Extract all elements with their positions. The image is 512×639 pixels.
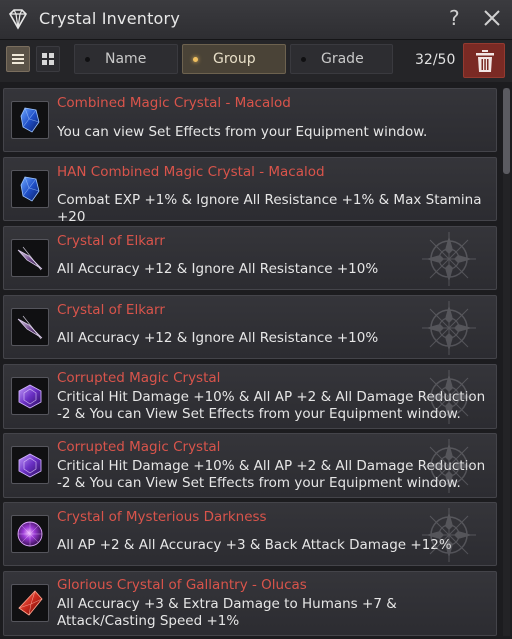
crystal-slot [11,308,49,346]
grid-view-button[interactable] [36,46,60,72]
crystal-name: Corrupted Magic Crystal [57,439,221,455]
darkness-crystal-icon [17,521,43,547]
title-bar[interactable]: Crystal Inventory ? [0,0,512,40]
delete-button[interactable] [463,43,505,78]
diamond-icon [9,9,27,30]
crystal-name: HAN Combined Magic Crystal - Macalod [57,164,325,180]
crystal-name: Glorious Crystal of Gallantry - Olucas [57,577,307,593]
crystal-slot [11,515,49,553]
sort-by-name-button[interactable]: Name [74,44,178,74]
crystal-name: Crystal of Elkarr [57,233,165,249]
crystal-list-item[interactable]: Crystal of Mysterious Darkness All AP +2… [3,502,497,566]
emblem-icon [422,301,476,355]
crystal-count: 32/50 [415,52,456,68]
crystal-list-item[interactable]: Crystal of Elkarr All Accuracy +12 & Ign… [3,226,497,290]
crystal-list-item[interactable]: Corrupted Magic Crystal Critical Hit Dam… [3,364,497,429]
crystal-description: All Accuracy +3 & Extra Damage to Humans… [57,596,397,629]
crystal-slot [11,446,49,484]
crystal-slot [11,584,49,622]
red-crystal-icon [18,590,43,616]
sort-by-grade-button[interactable]: Grade [290,44,393,74]
emblem-icon [422,370,476,424]
elkarr-crystal-icon [17,315,43,340]
list-icon [12,54,24,64]
crystal-name: Combined Magic Crystal - Macalod [57,95,291,111]
scroll-thumb[interactable] [503,88,510,174]
crystal-name: Crystal of Mysterious Darkness [57,509,267,525]
emblem-icon [422,508,476,562]
radio-dot [301,57,306,62]
scrollbar[interactable] [503,88,510,636]
grid-icon [42,53,54,65]
crystal-name: Crystal of Elkarr [57,302,165,318]
radio-dot [193,57,198,62]
sort-label: Group [213,51,256,67]
crystal-description: Combat EXP +1% & Ignore All Resistance +… [57,192,482,225]
crystal-list-item[interactable]: Corrupted Magic Crystal Critical Hit Dam… [3,433,497,498]
radio-dot [85,57,90,62]
sort-by-group-button[interactable]: Group [182,44,286,74]
crystal-slot [11,377,49,415]
blue-crystal-icon [20,176,40,202]
corrupted-crystal-icon [18,384,42,409]
list-view-button[interactable] [6,46,30,72]
trash-icon [476,50,494,72]
toolbar: Name Group Grade 32/50 [0,40,512,82]
crystal-list-item[interactable]: HAN Combined Magic Crystal - Macalod Com… [3,157,497,225]
help-button[interactable]: ? [449,6,460,30]
corrupted-crystal-icon [18,453,42,478]
crystal-list: Combined Magic Crystal - Macalod You can… [0,86,512,639]
crystal-slot [11,101,49,139]
crystal-slot [11,170,49,208]
emblem-icon [422,232,476,286]
close-icon[interactable] [482,8,502,28]
elkarr-crystal-icon [17,246,43,271]
window-title: Crystal Inventory [39,9,180,28]
crystal-list-item[interactable]: Crystal of Elkarr All Accuracy +12 & Ign… [3,295,497,359]
crystal-name: Corrupted Magic Crystal [57,370,221,386]
crystal-slot [11,239,49,277]
crystal-description: You can view Set Effects from your Equip… [57,124,428,140]
blue-crystal-icon [20,107,40,133]
crystal-list-item[interactable]: Combined Magic Crystal - Macalod You can… [3,88,497,152]
sort-label: Name [105,51,147,67]
sort-label: Grade [321,51,364,67]
emblem-icon [422,439,476,493]
crystal-list-item[interactable]: Glorious Crystal of Gallantry - Olucas A… [3,571,497,636]
